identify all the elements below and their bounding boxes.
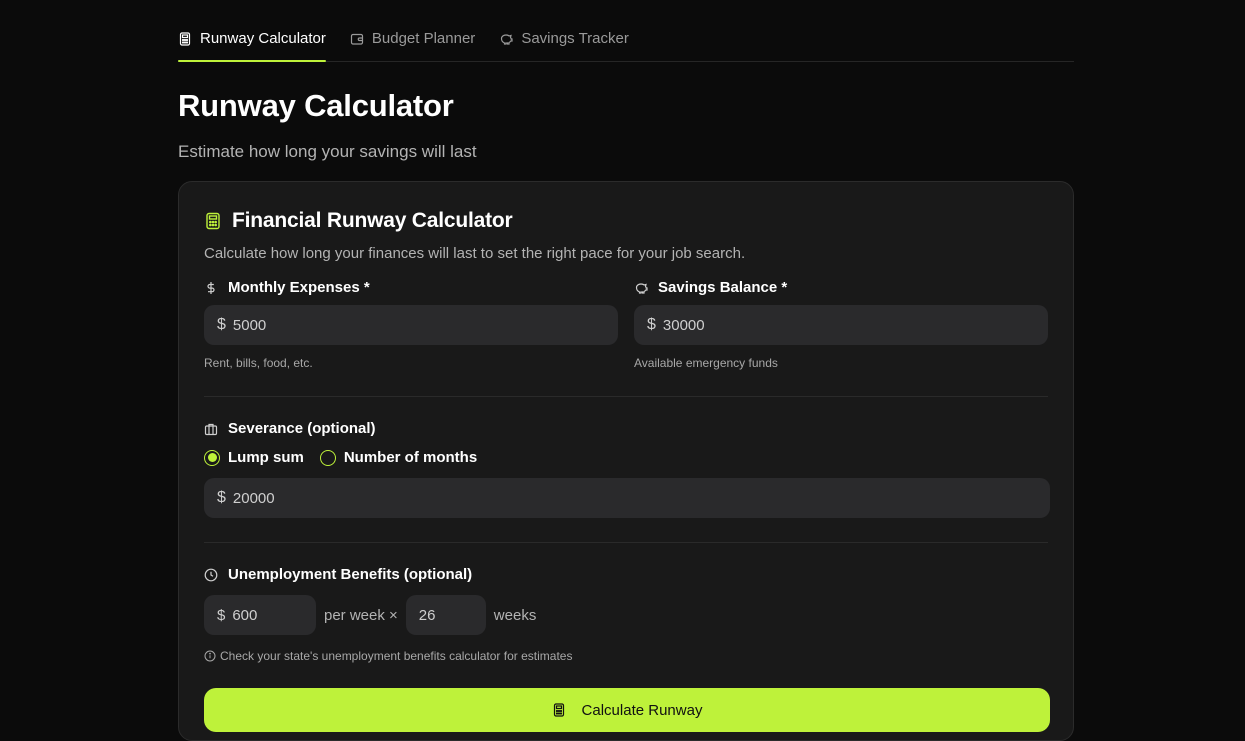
currency-symbol: $ [217, 606, 226, 624]
tab-runway-calculator[interactable]: Runway Calculator [178, 30, 326, 62]
severance-type-radio-group: Lump sum Number of months [204, 449, 1048, 466]
info-icon [204, 650, 216, 662]
briefcase-icon [204, 423, 218, 435]
severance-label: Severance (optional) [204, 420, 1048, 437]
card-description: Calculate how long your finances will la… [204, 245, 746, 262]
calculate-runway-button[interactable]: Calculate Runway [204, 688, 1050, 732]
radio-indicator [319, 449, 336, 466]
savings-balance-label: Savings Balance * [634, 279, 1048, 296]
clock-icon [204, 568, 218, 581]
piggy-bank-icon [635, 282, 648, 294]
unemployment-section: Unemployment Benefits (optional) $ 600 p… [204, 566, 1048, 663]
page-title: Runway Calculator [178, 88, 454, 123]
savings-balance-field: Savings Balance * $ 30000 Available emer… [634, 279, 1048, 370]
benefits-info-note: Check your state's unemployment benefits… [204, 649, 1048, 663]
calculator-icon [553, 703, 564, 717]
currency-symbol: $ [647, 316, 656, 333]
radio-selected-indicator [204, 449, 220, 466]
card-header: Financial Runway Calculator [204, 209, 1048, 233]
calculator-icon [179, 32, 191, 46]
divider [204, 396, 1048, 397]
weeks-input[interactable]: 26 [405, 595, 486, 635]
savings-balance-hint: Available emergency funds [634, 356, 778, 370]
monthly-expenses-field: Monthly Expenses * $ 5000 Rent, bills, f… [204, 279, 618, 370]
unemployment-label: Unemployment Benefits (optional) [204, 566, 1048, 583]
wallet-icon [350, 33, 363, 45]
severance-amount-input[interactable]: $ 20000 [204, 478, 1050, 518]
currency-symbol: $ [217, 316, 226, 333]
input-value: 600 [232, 606, 258, 624]
tab-savings-tracker[interactable]: Savings Tracker [499, 30, 629, 61]
piggy-bank-icon [501, 34, 513, 45]
input-value: 20000 [232, 489, 275, 507]
expenses-savings-row: Monthly Expenses * $ 5000 Rent, bills, f… [204, 279, 1048, 370]
monthly-expenses-label: Monthly Expenses * [204, 279, 618, 296]
savings-balance-input[interactable]: $ 30000 [634, 305, 1048, 345]
calculator-card: Financial Runway Calculator Calculate ho… [178, 181, 1074, 741]
tab-bar: Runway Calculator Budget Planner Savings… [178, 0, 1074, 62]
input-value: 26 [418, 606, 436, 624]
weekly-benefit-input[interactable]: $ 600 [204, 595, 316, 635]
monthly-expenses-input[interactable]: $ 5000 [204, 305, 618, 345]
calculate-button-label: Calculate Runway [581, 701, 703, 719]
tab-label: Runway Calculator [200, 30, 326, 47]
benefits-row: $ 600 per week × 26 weeks [204, 595, 1048, 635]
weeks-text: weeks [493, 606, 537, 624]
card-title: Financial Runway Calculator [232, 209, 513, 232]
tab-label: Budget Planner [371, 30, 476, 47]
app-container: Runway Calculator Budget Planner Savings… [178, 0, 1074, 741]
severance-section: Severance (optional) Lump sum Number of … [204, 420, 1050, 518]
divider [204, 542, 1048, 543]
per-week-text: per week × [324, 606, 398, 624]
radio-number-of-months[interactable]: Number of months [319, 449, 477, 466]
radio-lump-sum[interactable]: Lump sum [204, 449, 304, 466]
page-subtitle: Estimate how long your savings will last [178, 142, 477, 161]
input-value: 5000 [232, 316, 267, 334]
monthly-expenses-hint: Rent, bills, food, etc. [204, 356, 313, 370]
tab-label: Savings Tracker [521, 30, 629, 47]
dollar-icon [207, 281, 215, 294]
input-value: 30000 [662, 316, 705, 334]
tab-budget-planner[interactable]: Budget Planner [350, 30, 475, 61]
currency-symbol: $ [217, 489, 226, 506]
calculator-icon [206, 212, 220, 230]
